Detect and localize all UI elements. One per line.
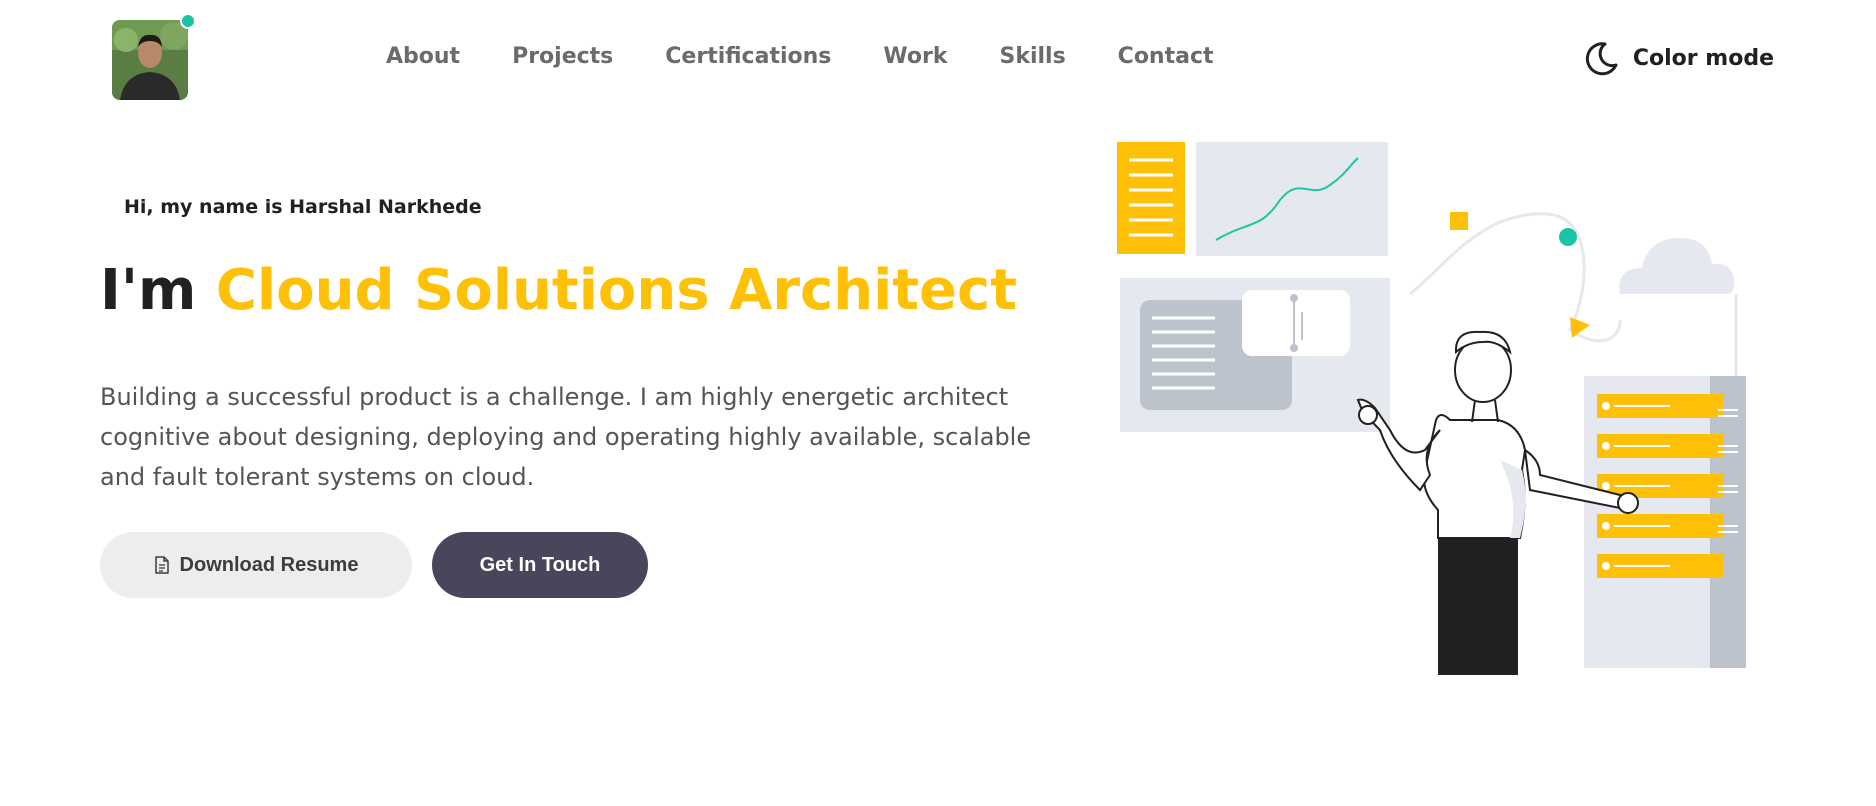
document-icon	[154, 556, 169, 574]
get-in-touch-label: Get In Touch	[479, 553, 601, 576]
main-nav: About Projects Certifications Work Skill…	[386, 44, 1266, 69]
profile-photo	[112, 20, 188, 100]
hero-description: Building a successful product is a chall…	[100, 383, 1032, 491]
architect-illustration	[1117, 142, 1746, 675]
hero-illustration	[1100, 130, 1770, 690]
online-status-dot	[180, 13, 196, 29]
avatar[interactable]	[112, 20, 188, 100]
moon-icon	[1585, 42, 1618, 76]
nav-work[interactable]: Work	[883, 44, 947, 69]
nav-skills[interactable]: Skills	[999, 44, 1065, 69]
nav-certifications[interactable]: Certifications	[665, 44, 831, 69]
get-in-touch-button[interactable]: Get In Touch	[432, 532, 648, 598]
headline-prefix: I'm	[100, 258, 197, 323]
nav-contact[interactable]: Contact	[1118, 44, 1214, 69]
headline-role: Cloud Solutions Architect	[215, 258, 1017, 323]
color-mode-toggle[interactable]: Color mode	[1581, 38, 1774, 78]
nav-about[interactable]: About	[386, 44, 460, 69]
download-resume-label: Download Resume	[179, 553, 359, 576]
color-mode-label: Color mode	[1632, 45, 1774, 71]
download-resume-button[interactable]: Download Resume	[100, 532, 412, 598]
nav-projects[interactable]: Projects	[512, 44, 613, 69]
headline: I'm Cloud Solutions Architect	[100, 261, 1017, 321]
greeting-text: Hi, my name is Harshal Narkhede	[124, 196, 482, 218]
